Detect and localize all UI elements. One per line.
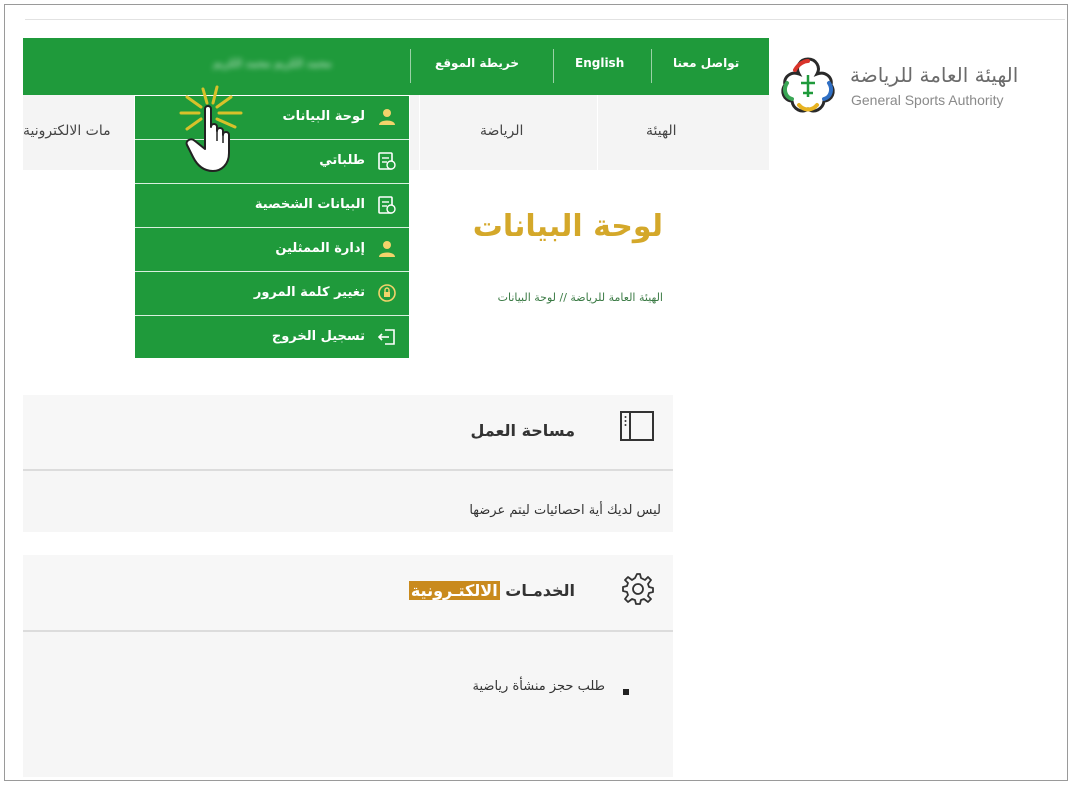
logo[interactable]: الهيئة العامة للرياضة General Sports Aut… bbox=[775, 51, 1065, 121]
logo-english-text: General Sports Authority bbox=[851, 92, 1004, 108]
logo-arabic-text: الهيئة العامة للرياضة bbox=[850, 63, 1019, 87]
requests-icon bbox=[378, 152, 396, 170]
menu-item-label: لوحة البيانات bbox=[282, 109, 365, 124]
divider bbox=[410, 49, 411, 83]
menu-item-manage-representatives[interactable]: إدارة الممثلين bbox=[135, 228, 409, 272]
eservices-header: الخدمـات الالكتـرونية bbox=[23, 555, 673, 632]
lock-icon bbox=[378, 284, 396, 302]
divider bbox=[553, 49, 554, 83]
menu-item-label: إدارة الممثلين bbox=[275, 241, 365, 256]
divider bbox=[651, 49, 652, 83]
user-icon bbox=[379, 241, 395, 257]
eservices-title-text: الخدمـات bbox=[499, 581, 575, 600]
profile-card-icon bbox=[378, 196, 396, 214]
menu-item-label: البيانات الشخصية bbox=[254, 197, 365, 212]
menu-item-logout[interactable]: تسجيل الخروج bbox=[135, 316, 409, 360]
list-bullet bbox=[623, 689, 629, 695]
page-title: لوحة البيانات bbox=[472, 209, 663, 244]
nav-item-authority[interactable]: الهيئة bbox=[646, 123, 677, 139]
gear-icon bbox=[622, 573, 654, 605]
nav-item-eservices[interactable]: مات الالكترونية bbox=[23, 123, 111, 139]
eservices-title-highlight: الالكتـرونية bbox=[408, 581, 500, 600]
hand-cursor-icon bbox=[179, 85, 243, 172]
english-link[interactable]: English bbox=[575, 56, 624, 70]
logout-icon bbox=[377, 329, 395, 345]
workspace-empty-message: ليس لديك أية احصائيات ليتم عرضها bbox=[469, 503, 661, 518]
workspace-header: مساحة العمل bbox=[23, 395, 673, 471]
workspace-icon bbox=[620, 411, 654, 441]
eservices-panel: الخدمـات الالكتـرونية طلب حجز منشأة رياض… bbox=[23, 555, 673, 777]
menu-item-label: تسجيل الخروج bbox=[271, 329, 365, 344]
nav-divider bbox=[597, 95, 598, 170]
workspace-title: مساحة العمل bbox=[470, 421, 575, 440]
menu-item-label: تغيير كلمة المرور bbox=[253, 285, 365, 300]
sitemap-link[interactable]: خريطة الموقع bbox=[435, 56, 519, 70]
top-bar: تواصل معنا English خريطة الموقع محمد الك… bbox=[23, 38, 769, 95]
menu-item-personal-data[interactable]: البيانات الشخصية bbox=[135, 184, 409, 228]
breadcrumb[interactable]: الهيئة العامة للرياضة // لوحة البيانات bbox=[498, 291, 663, 304]
logo-emblem-icon bbox=[781, 57, 835, 113]
user-icon bbox=[379, 109, 395, 125]
contact-link[interactable]: تواصل معنا bbox=[673, 56, 739, 70]
eservices-title: الخدمـات الالكتـرونية bbox=[408, 581, 575, 600]
browser-frame: تواصل معنا English خريطة الموقع محمد الك… bbox=[4, 4, 1068, 781]
nav-item-sports[interactable]: الرياضة bbox=[480, 123, 523, 139]
top-divider bbox=[25, 19, 1065, 20]
workspace-panel: مساحة العمل ليس لديك أية احصائيات ليتم ع… bbox=[23, 395, 673, 532]
nav-divider bbox=[419, 95, 420, 170]
menu-item-label: طلباتي bbox=[319, 153, 365, 168]
user-name-menu[interactable]: محمد الكريم محمد الكريم bbox=[213, 57, 332, 70]
menu-item-change-password[interactable]: تغيير كلمة المرور bbox=[135, 272, 409, 316]
service-link-facility-booking[interactable]: طلب حجز منشأة رياضية bbox=[473, 679, 605, 694]
